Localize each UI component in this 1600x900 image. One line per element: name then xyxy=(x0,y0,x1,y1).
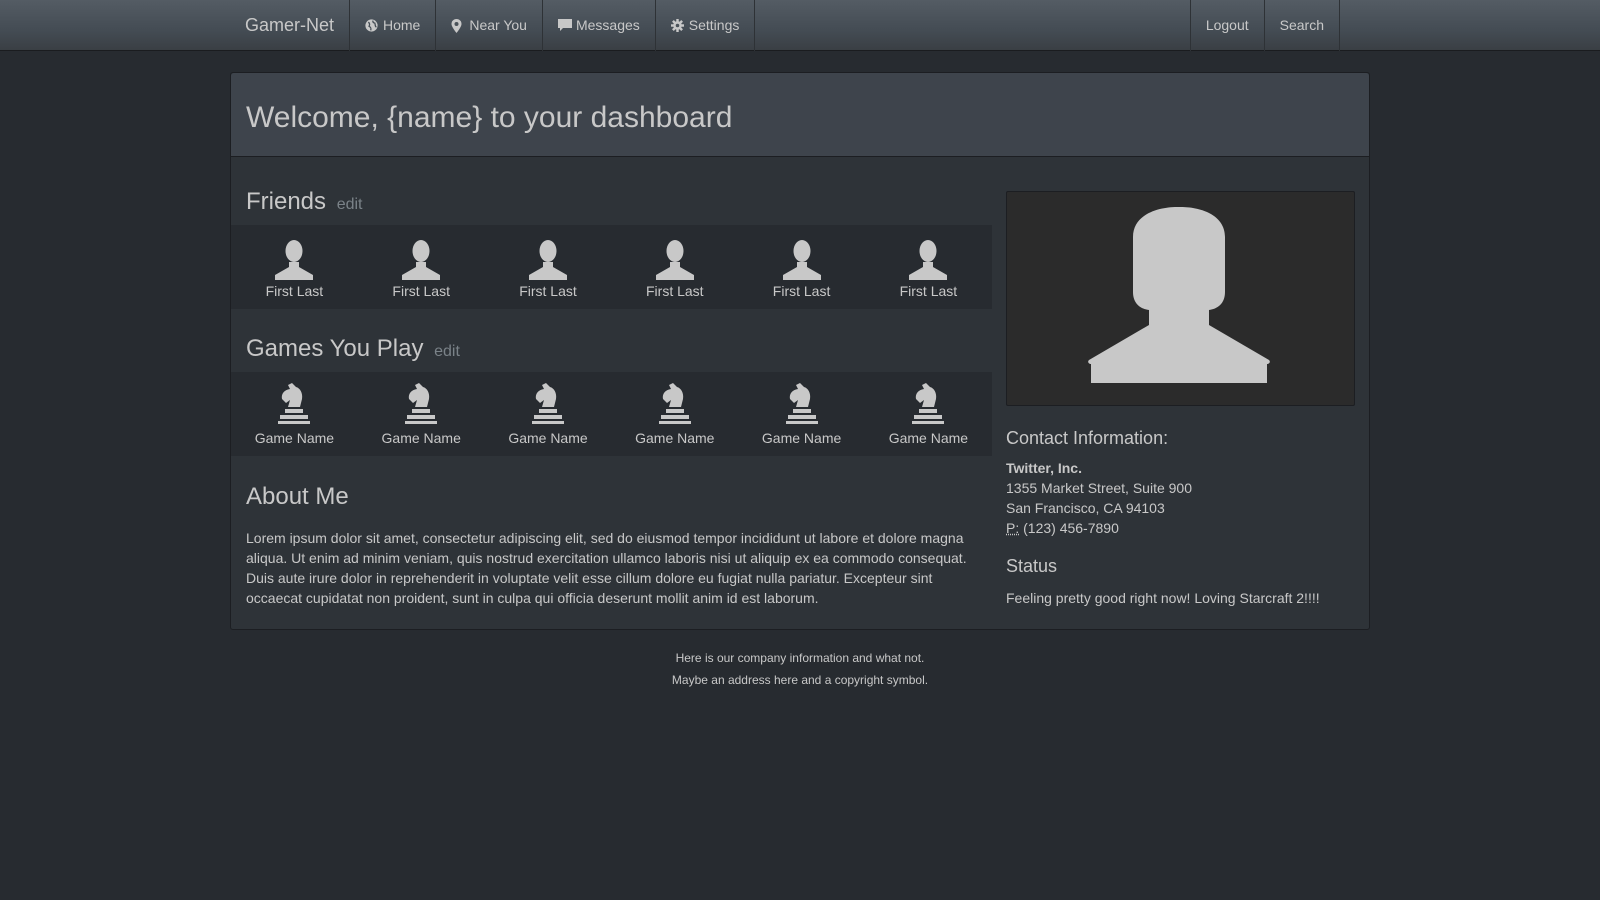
friends-title: Friends xyxy=(246,188,327,215)
friend-item[interactable]: First Last xyxy=(231,225,358,309)
friends-edit-link[interactable]: edit xyxy=(337,196,363,213)
chess-knight-icon xyxy=(908,379,948,427)
friend-item[interactable]: First Last xyxy=(358,225,485,309)
user-icon xyxy=(653,232,697,280)
user-icon xyxy=(906,232,950,280)
games-list: Game Name Game Name Game Name Game Name … xyxy=(231,372,992,456)
user-icon xyxy=(399,232,443,280)
globe-icon xyxy=(365,19,378,32)
chess-knight-icon xyxy=(782,379,822,427)
friend-name: First Last xyxy=(265,283,324,299)
logout-link[interactable]: Logout xyxy=(1189,0,1264,51)
game-item[interactable]: Game Name xyxy=(738,372,865,456)
page-title: Welcome, {name} to your dashboard xyxy=(246,101,733,134)
friend-name: First Last xyxy=(392,283,450,299)
contact-address: Twitter, Inc. 1355 Market Street, Suite … xyxy=(1006,458,1355,538)
game-item[interactable]: Game Name xyxy=(865,372,992,456)
about-text: Lorem ipsum dolor sit amet, consectetur … xyxy=(246,530,967,606)
friend-item[interactable]: First Last xyxy=(485,225,612,309)
game-name: Game Name xyxy=(508,430,588,446)
nav-right: Logout Search xyxy=(1189,0,1340,51)
gear-icon xyxy=(670,19,684,32)
game-name: Game Name xyxy=(254,430,335,446)
friends-heading: Friends edit xyxy=(246,188,363,219)
game-name: Game Name xyxy=(381,430,461,446)
phone-number: (123) 456-7890 xyxy=(1023,520,1119,536)
nav-left: Home Near You Messages Settings xyxy=(349,0,756,51)
chess-knight-icon xyxy=(274,379,314,427)
comment-icon xyxy=(557,19,572,32)
company-name: Twitter, Inc. xyxy=(1006,460,1082,476)
friend-item[interactable]: First Last xyxy=(738,225,865,309)
address-city: San Francisco, CA 94103 xyxy=(1006,500,1165,516)
user-silhouette-icon xyxy=(1088,207,1270,383)
address-street: 1355 Market Street, Suite 900 xyxy=(1006,480,1192,496)
game-item[interactable]: Game Name xyxy=(231,372,358,456)
friend-item[interactable]: First Last xyxy=(611,225,738,309)
map-marker-icon xyxy=(451,19,464,33)
dashboard-panel: Welcome, {name} to your dashboard Friend… xyxy=(230,72,1370,630)
nav-item-near-you[interactable]: Near You xyxy=(435,0,542,51)
nav-item-label: Messages xyxy=(575,17,640,33)
user-icon xyxy=(526,232,570,280)
friends-list: First Last First Last First Last First L… xyxy=(231,225,992,309)
user-icon xyxy=(780,232,824,280)
navbar: Gamer-Net Home Near You Messages Setting… xyxy=(0,0,1600,51)
friend-name: First Last xyxy=(519,283,577,299)
nav-item-messages[interactable]: Messages xyxy=(541,0,655,51)
game-name: Game Name xyxy=(635,430,715,446)
phone-line: P: (123) 456-7890 xyxy=(1006,518,1355,538)
game-name: Game Name xyxy=(761,430,842,446)
games-edit-link[interactable]: edit xyxy=(434,343,460,360)
nav-item-label: Home xyxy=(383,17,421,33)
phone-label: P: xyxy=(1006,520,1020,536)
navbar-inner: Gamer-Net Home Near You Messages Setting… xyxy=(230,0,1370,51)
friend-name: First Last xyxy=(899,283,958,299)
nav-item-label: Settings xyxy=(688,17,740,33)
contact-heading: Contact Information: xyxy=(1006,428,1169,448)
game-item[interactable]: Game Name xyxy=(358,372,485,456)
friend-name: First Last xyxy=(772,283,831,299)
nav-item-home[interactable]: Home xyxy=(349,0,435,51)
footer-line-2: Maybe an address here and a copyright sy… xyxy=(671,673,929,687)
nav-item-label: Near You xyxy=(469,17,527,33)
nav-item-label: Logout xyxy=(1205,17,1249,33)
chess-knight-icon xyxy=(655,379,695,427)
user-icon xyxy=(272,232,316,280)
chess-knight-icon xyxy=(528,379,568,427)
panel-header: Welcome, {name} to your dashboard xyxy=(231,73,1369,157)
games-title: Games You Play xyxy=(246,335,424,362)
game-item[interactable]: Game Name xyxy=(611,372,738,456)
friend-item[interactable]: First Last xyxy=(865,225,992,309)
status-text: Feeling pretty good right now! Loving St… xyxy=(1006,590,1320,606)
game-item[interactable]: Game Name xyxy=(485,372,612,456)
nav-item-settings[interactable]: Settings xyxy=(654,0,756,51)
games-heading: Games You Play edit xyxy=(246,335,460,366)
nav-item-label: Search xyxy=(1279,17,1324,33)
about-heading: About Me xyxy=(246,483,349,510)
profile-avatar xyxy=(1006,191,1355,406)
friend-name: First Last xyxy=(646,283,704,299)
footer-line-1: Here is our company information and what… xyxy=(675,651,925,665)
chess-knight-icon xyxy=(401,379,441,427)
game-name: Game Name xyxy=(888,430,969,446)
search-link[interactable]: Search xyxy=(1263,0,1340,51)
brand-link[interactable]: Gamer-Net xyxy=(245,0,334,51)
footer: Here is our company information and what… xyxy=(0,647,1600,691)
status-heading: Status xyxy=(1006,556,1058,576)
